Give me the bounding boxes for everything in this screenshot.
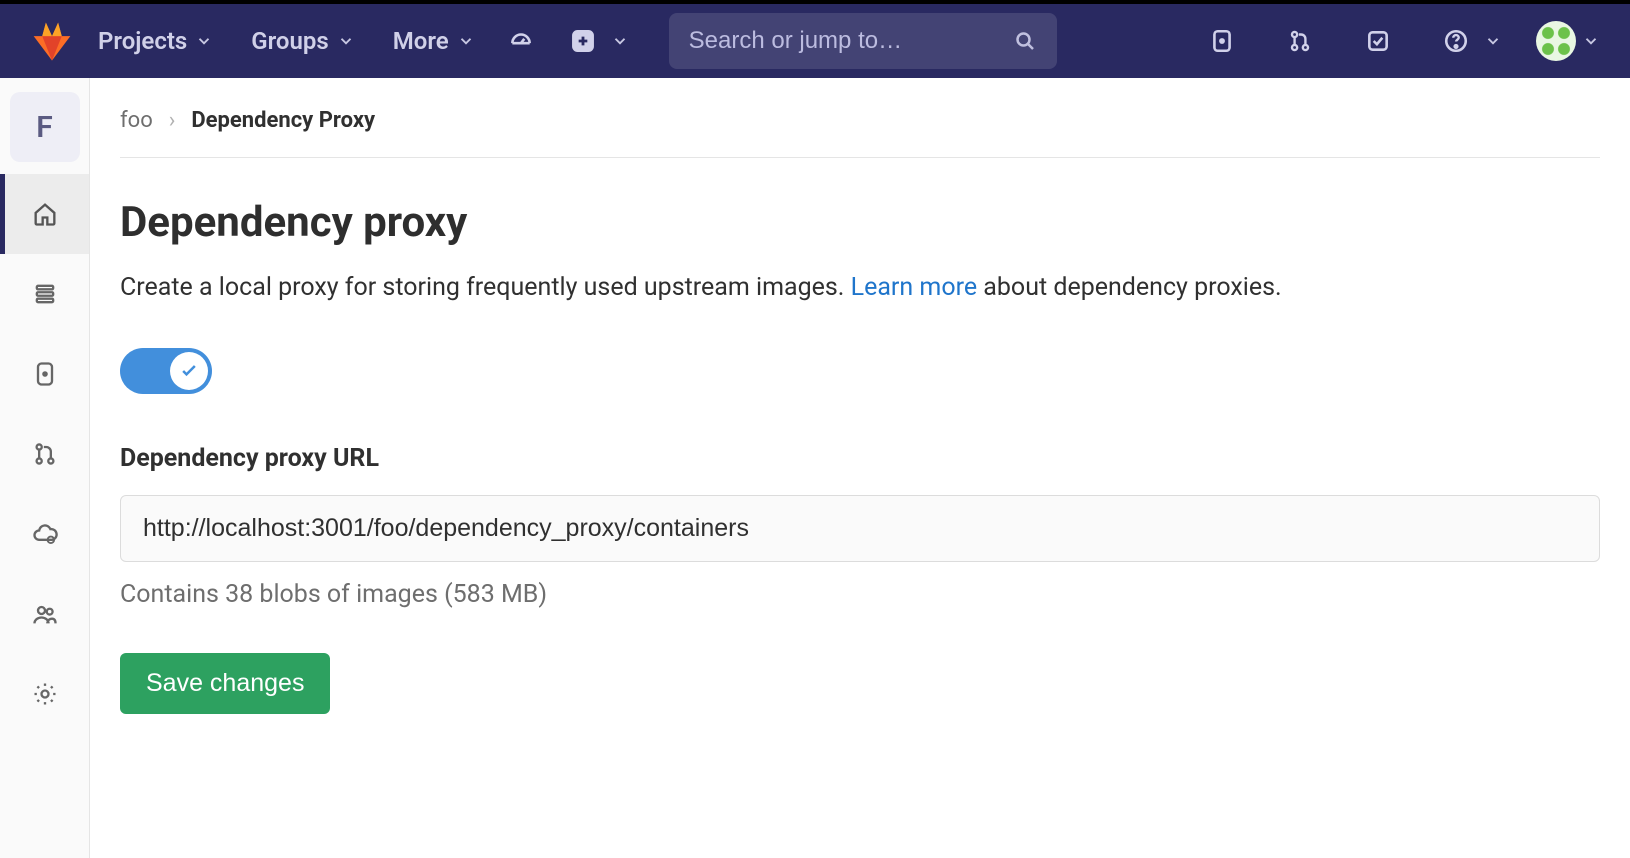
chevron-down-icon[interactable] <box>1484 32 1502 50</box>
members-icon <box>31 600 59 628</box>
blob-count-helper: Contains 38 blobs of images (583 MB) <box>120 580 1600 609</box>
chevron-down-icon[interactable] <box>611 32 629 50</box>
chevron-down-icon[interactable] <box>1582 32 1600 50</box>
search-input[interactable] <box>689 27 999 55</box>
sidebar: F <box>0 78 90 858</box>
issues-icon[interactable] <box>1200 19 1244 63</box>
breadcrumb: foo › Dependency Proxy <box>120 108 1600 158</box>
sidebar-item-kubernetes[interactable] <box>0 494 89 574</box>
learn-more-link[interactable]: Learn more <box>851 273 977 302</box>
merge-requests-icon[interactable] <box>1278 19 1322 63</box>
nav-projects-label: Projects <box>98 27 187 55</box>
breadcrumb-current: Dependency Proxy <box>191 108 375 133</box>
page-title: Dependency proxy <box>120 198 1600 247</box>
chevron-down-icon <box>195 32 213 50</box>
page-desc-before: Create a local proxy for storing frequen… <box>120 273 851 302</box>
nav-more[interactable]: More <box>379 21 489 61</box>
sidebar-project-avatar[interactable]: F <box>10 92 80 162</box>
nav-more-label: More <box>393 27 449 55</box>
sidebar-item-members[interactable] <box>0 574 89 654</box>
breadcrumb-separator: › <box>169 108 176 133</box>
page-description: Create a local proxy for storing frequen… <box>120 269 1420 308</box>
nav-groups[interactable]: Groups <box>237 21 368 61</box>
stack-icon <box>31 280 59 308</box>
todos-icon[interactable] <box>1356 19 1400 63</box>
main-content: foo › Dependency Proxy Dependency proxy … <box>90 78 1630 858</box>
sidebar-item-overview[interactable] <box>0 174 89 254</box>
toggle-knob <box>170 352 208 390</box>
nav-projects[interactable]: Projects <box>84 21 227 61</box>
save-changes-button[interactable]: Save changes <box>120 653 330 714</box>
sidebar-project-initial: F <box>36 110 53 145</box>
gear-icon <box>31 680 59 708</box>
dashboard-icon[interactable] <box>499 19 543 63</box>
proxy-url-input[interactable] <box>120 495 1600 562</box>
user-avatar[interactable] <box>1536 21 1576 61</box>
url-field-label: Dependency proxy URL <box>120 444 1600 473</box>
chevron-down-icon <box>337 32 355 50</box>
merge-requests-icon <box>31 440 59 468</box>
page-desc-after: about dependency proxies. <box>977 273 1282 302</box>
gitlab-logo-icon[interactable] <box>30 19 74 63</box>
cloud-gear-icon <box>31 520 59 548</box>
issues-icon <box>31 360 59 388</box>
sidebar-item-settings[interactable] <box>0 654 89 734</box>
plus-icon[interactable] <box>561 19 605 63</box>
sidebar-item-issues[interactable] <box>0 334 89 414</box>
search-box[interactable] <box>669 13 1057 69</box>
check-icon <box>179 361 199 381</box>
home-icon <box>31 200 59 228</box>
sidebar-item-epics[interactable] <box>0 254 89 334</box>
help-icon[interactable] <box>1434 19 1478 63</box>
breadcrumb-parent[interactable]: foo <box>120 108 153 133</box>
search-icon <box>1013 29 1037 53</box>
nav-groups-label: Groups <box>251 27 328 55</box>
chevron-down-icon <box>457 32 475 50</box>
enable-proxy-toggle[interactable] <box>120 348 212 394</box>
sidebar-item-merge-requests[interactable] <box>0 414 89 494</box>
